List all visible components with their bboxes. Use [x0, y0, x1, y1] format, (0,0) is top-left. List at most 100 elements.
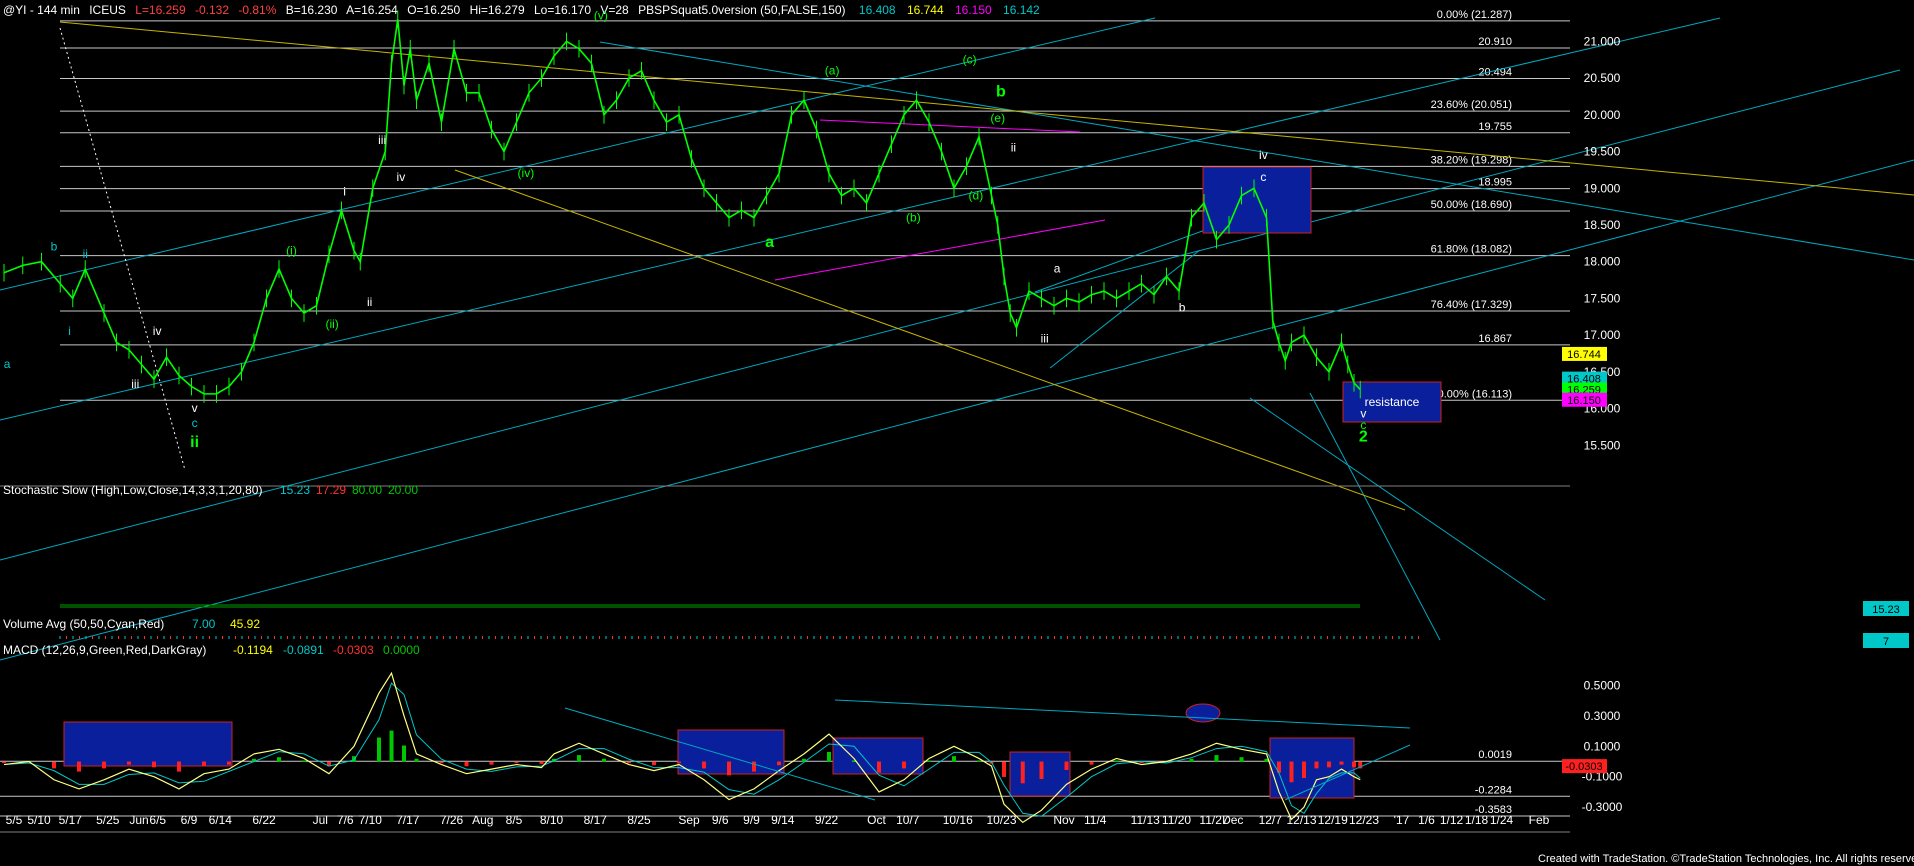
wave-label: b	[1179, 301, 1186, 315]
x-tick-label: 12/23	[1349, 813, 1379, 827]
macd-title: MACD (12,26,9,Green,Red,DarkGray)	[3, 643, 206, 657]
x-tick-label: 1/12	[1440, 813, 1464, 827]
x-tick-label: 6/22	[252, 813, 276, 827]
x-tick-label: 1/18	[1465, 813, 1489, 827]
macd-histogram-bar	[539, 761, 544, 765]
macd-histogram-bar	[414, 758, 419, 763]
x-tick-label: Jun	[129, 813, 148, 827]
macd-histogram-bar	[1020, 761, 1025, 784]
x-tick-label: 7/10	[359, 813, 383, 827]
wave-label: a	[1054, 262, 1061, 276]
macd-histogram-bar	[627, 761, 631, 764]
x-tick-label: 7/6	[337, 813, 354, 827]
macd-histogram-bar	[1239, 757, 1244, 763]
header-last: L=16.259	[135, 3, 186, 17]
macd-histogram-bar	[977, 760, 981, 763]
macd-histogram-bar	[1214, 755, 1219, 763]
wave-label: 2	[1359, 429, 1368, 446]
macd-histogram-bar	[1352, 761, 1356, 768]
volume-title: Volume Avg (50,50,Cyan,Red)	[3, 617, 164, 631]
macd-histogram-bar	[514, 761, 519, 764]
wave-label: iii	[1041, 331, 1049, 345]
wave-label: c	[1260, 170, 1266, 184]
macd-value-3: 0.0000	[383, 643, 420, 657]
wave-label: a	[4, 357, 11, 371]
macd-histogram-bar	[902, 761, 906, 769]
stochastic-value-0: 15.23	[280, 483, 310, 497]
price-tag-label-0: 16.744	[1567, 349, 1601, 361]
header-bid: B=16.230	[286, 3, 338, 17]
price-tick-label: 21.000	[1584, 34, 1621, 48]
macd-histogram-bar	[677, 761, 681, 764]
macd-histogram-bar	[1189, 758, 1194, 763]
macd-tick-label: 0.5000	[1584, 678, 1621, 692]
macd-tick-label: 0.1000	[1584, 739, 1621, 753]
wave-label: (b)	[906, 210, 921, 224]
wave-label: b	[996, 83, 1006, 100]
wave-label: iii	[378, 133, 386, 147]
chart-header: @YI - 144 min ICEUS L=16.259 -0.132 -0.8…	[3, 3, 1040, 17]
header-exchange: ICEUS	[89, 3, 126, 17]
wave-label: (v)	[594, 8, 608, 22]
macd-histogram-bar	[952, 756, 956, 763]
x-tick-label: Sep	[678, 813, 700, 827]
macd-histogram-bar	[877, 761, 881, 773]
x-tick-label: 6/5	[149, 813, 166, 827]
wave-label: a	[765, 234, 774, 251]
macd-histogram-bar	[302, 760, 306, 763]
header-low: Lo=16.170	[534, 3, 591, 17]
chart-canvas: @YI - 144 min ICEUS L=16.259 -0.132 -0.8…	[0, 0, 1914, 866]
x-tick-label: 5/25	[96, 813, 120, 827]
wave-label: (iv)	[518, 166, 535, 180]
macd-value-0: -0.1194	[233, 643, 273, 657]
price-tick-label: 15.500	[1584, 438, 1621, 452]
macd-histogram-bar	[1327, 761, 1331, 768]
level-label-8: 61.80% (18.082)	[1431, 244, 1512, 256]
macd-histogram-bar	[227, 761, 231, 765]
level-label-2: 20.494	[1478, 67, 1512, 79]
volume-value-1: 45.92	[230, 617, 260, 631]
wave-label: iii	[131, 377, 139, 391]
macd-histogram-bar	[202, 761, 206, 767]
x-tick-label: Aug	[472, 813, 493, 827]
resistance-label: resistance	[1365, 395, 1420, 409]
x-tick-label: 8/17	[584, 813, 608, 827]
x-tick-label: 5/5	[6, 813, 23, 827]
x-tick-label: 9/22	[815, 813, 839, 827]
macd-histogram-bar	[1002, 761, 1006, 777]
wave-label: i	[343, 185, 346, 199]
x-tick-label: 1/6	[1418, 813, 1435, 827]
macd-histogram-bar	[2, 761, 6, 764]
footer-copyright: Created with TradeStation. ©TradeStation…	[1538, 853, 1914, 865]
wave-label: iv	[153, 324, 162, 338]
wave-label: (d)	[969, 188, 984, 202]
macd-tick-label: 0.3000	[1584, 709, 1621, 723]
wave-label: iv	[397, 170, 406, 184]
wave-label: iv	[1259, 148, 1268, 162]
macd-histogram-bar	[52, 761, 56, 769]
x-tick-label: 10/16	[943, 813, 973, 827]
price-tag-label-3: 16.150	[1567, 395, 1601, 407]
macd-histogram-bar	[377, 737, 381, 763]
x-tick-label: 7/26	[440, 813, 464, 827]
price-tick-label: 20.500	[1584, 71, 1621, 85]
x-tick-label: Dec	[1222, 813, 1243, 827]
header-value-2: 16.744	[907, 3, 944, 17]
wave-label: ii	[1011, 141, 1016, 155]
stochastic-value-1: 17.29	[316, 483, 346, 497]
x-tick-label: 10/7	[896, 813, 920, 827]
stochastic-value-3: 20.00	[388, 483, 418, 497]
wave-label: (a)	[825, 63, 840, 77]
macd-histogram-bar	[77, 761, 81, 772]
macd-histogram-bar	[439, 761, 444, 764]
macd-histogram-bar	[927, 760, 931, 763]
macd-histogram-bar	[752, 761, 756, 772]
header-high: Hi=16.279	[470, 3, 525, 17]
x-tick-label: 5/17	[59, 813, 83, 827]
level-label-10: 16.867	[1478, 333, 1512, 345]
macd-tag-label: -0.0303	[1565, 761, 1602, 773]
macd-histogram-bar	[389, 730, 394, 763]
macd-histogram-bar	[777, 761, 781, 766]
x-tick-label: Jul	[313, 813, 328, 827]
level-label-0: 0.00% (21.287)	[1437, 9, 1512, 21]
